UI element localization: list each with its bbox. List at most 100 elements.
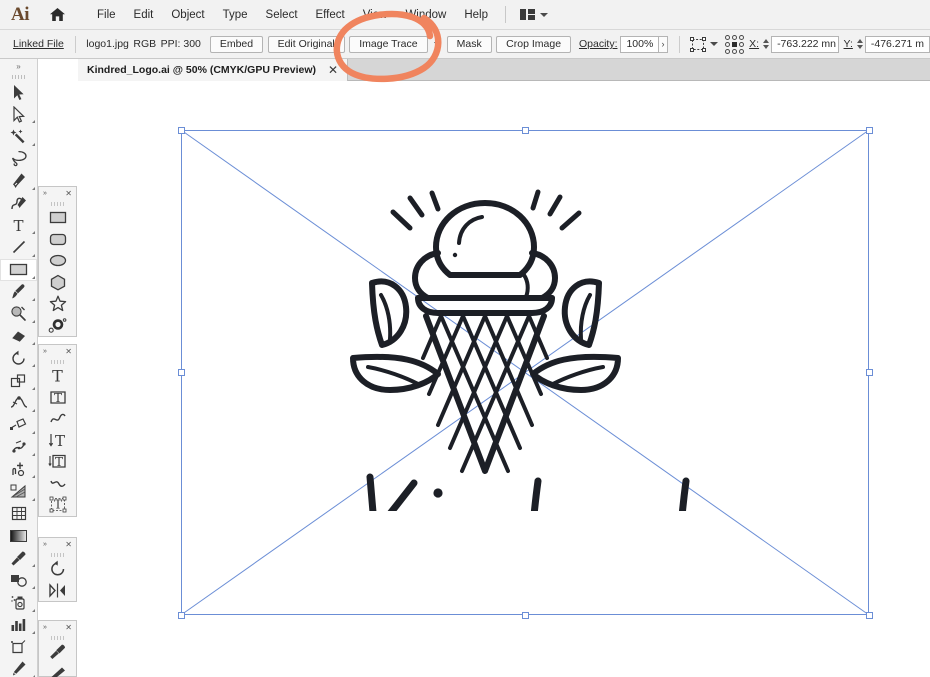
image-trace-chevron-down-icon[interactable] [434,42,440,46]
y-stepper-icon[interactable] [857,39,863,49]
opacity-input[interactable]: 100% [620,36,659,53]
selection-handle-top-right[interactable] [866,127,873,134]
menu-file[interactable]: File [88,0,125,30]
mesh-tool[interactable] [0,503,37,525]
menu-object[interactable]: Object [162,0,213,30]
type-tool[interactable]: T [0,214,37,236]
menu-effect[interactable]: Effect [307,0,354,30]
menu-view[interactable]: View [354,0,397,30]
polygon-tool[interactable] [39,272,76,294]
scale-tool[interactable] [0,369,37,391]
measure-tool[interactable] [39,663,76,677]
paintbrush-tool[interactable] [0,281,37,303]
selection-handle-bottom-left[interactable] [178,612,185,619]
y-input[interactable]: -476.271 m [865,36,930,53]
edit-original-button[interactable]: Edit Original [268,36,345,53]
menu-window[interactable]: Window [396,0,455,30]
rounded-rectangle-tool[interactable] [39,229,76,251]
curvature-tool[interactable] [0,192,37,214]
eyedropper-flyout-grip[interactable] [39,634,76,641]
puppet-warp-tool[interactable] [0,436,37,458]
ellipse-tool[interactable] [39,250,76,272]
close-icon[interactable]: ✕ [65,623,72,632]
x-input[interactable]: -763.222 mn [771,36,839,53]
tools-panel-expand-icon[interactable]: » [0,59,37,73]
pen-tool[interactable] [0,170,37,192]
arrange-documents-button[interactable] [514,4,554,26]
x-label: X: [749,38,759,50]
direct-selection-tool[interactable] [0,103,37,125]
rotate-flyout-panel: » ✕ [38,537,77,602]
menu-type[interactable]: Type [214,0,257,30]
reference-point-grid-icon[interactable] [725,35,744,54]
mask-button[interactable]: Mask [447,36,492,53]
eraser-tool[interactable] [0,325,37,347]
expand-icon[interactable]: » [43,541,46,548]
selection-handle-middle-left[interactable] [178,369,185,376]
shaper-tool[interactable] [0,303,37,325]
shapes-flyout-header: » ✕ [39,187,76,200]
svg-text:T: T [52,367,63,384]
menu-edit[interactable]: Edit [125,0,163,30]
tools-panel-grip[interactable] [0,73,37,81]
opacity-chevron-right-icon[interactable]: › [659,36,667,53]
close-icon[interactable]: ✕ [65,540,72,549]
magic-wand-tool[interactable] [0,125,37,147]
document-tab[interactable]: Kindred_Logo.ai @ 50% (CMYK/GPU Preview)… [78,59,348,81]
rectangle-tool[interactable] [0,259,37,281]
vertical-type-on-a-path-tool[interactable] [39,473,76,495]
rotate-tool[interactable] [0,347,37,369]
menu-help[interactable]: Help [455,0,497,30]
blend-tool[interactable] [0,569,37,591]
free-transform-tool[interactable] [0,414,37,436]
close-icon[interactable]: ✕ [65,189,72,198]
artboard-tool[interactable] [0,636,37,658]
lasso-tool[interactable] [0,148,37,170]
type-on-a-path-tool[interactable] [39,408,76,430]
artboard[interactable] [78,81,930,677]
crop-image-button[interactable]: Crop Image [496,36,571,53]
type-tool[interactable]: T [39,365,76,387]
x-stepper-icon[interactable] [763,39,769,49]
touch-type-tool[interactable]: T [39,494,76,516]
area-type-tool[interactable]: T [39,387,76,409]
line-segment-tool[interactable] [0,236,37,258]
selection-tool[interactable] [0,81,37,103]
rotate-flyout-grip[interactable] [39,551,76,558]
column-graph-tool[interactable] [0,614,37,636]
width-tool[interactable] [0,392,37,414]
symbol-sprayer-tool[interactable] [0,591,37,613]
type-flyout-grip[interactable] [39,358,76,365]
eyedropper-tool[interactable] [39,641,76,663]
slice-tool[interactable] [0,658,37,677]
linked-file-label: Linked File [13,38,64,50]
selection-handle-top-center[interactable] [522,127,529,134]
image-trace-button[interactable]: Image Trace [349,36,427,53]
perspective-grid-tool[interactable] [0,480,37,502]
flare-tool[interactable] [39,315,76,337]
selection-handle-bottom-center[interactable] [522,612,529,619]
expand-icon[interactable]: » [43,190,46,197]
selection-handle-middle-right[interactable] [866,369,873,376]
vertical-type-tool[interactable]: T [39,430,76,452]
gradient-tool[interactable] [0,525,37,547]
shape-builder-tool[interactable] [0,458,37,480]
vertical-area-type-tool[interactable]: T [39,451,76,473]
transform-selection-button[interactable] [690,37,718,52]
document-canvas[interactable] [78,81,930,677]
close-icon[interactable]: ✕ [328,64,338,76]
shapes-flyout-grip[interactable] [39,200,76,207]
expand-icon[interactable]: » [43,348,46,355]
selection-handle-bottom-right[interactable] [866,612,873,619]
star-tool[interactable] [39,293,76,315]
close-icon[interactable]: ✕ [65,347,72,356]
rotate-tool[interactable] [39,558,76,580]
eyedropper-tool[interactable] [0,547,37,569]
menu-select[interactable]: Select [257,0,307,30]
expand-icon[interactable]: » [43,624,46,631]
selection-handle-top-left[interactable] [178,127,185,134]
embed-button[interactable]: Embed [210,36,263,53]
home-icon[interactable] [40,0,74,30]
rectangle-tool[interactable] [39,207,76,229]
reflect-tool[interactable] [39,580,76,602]
